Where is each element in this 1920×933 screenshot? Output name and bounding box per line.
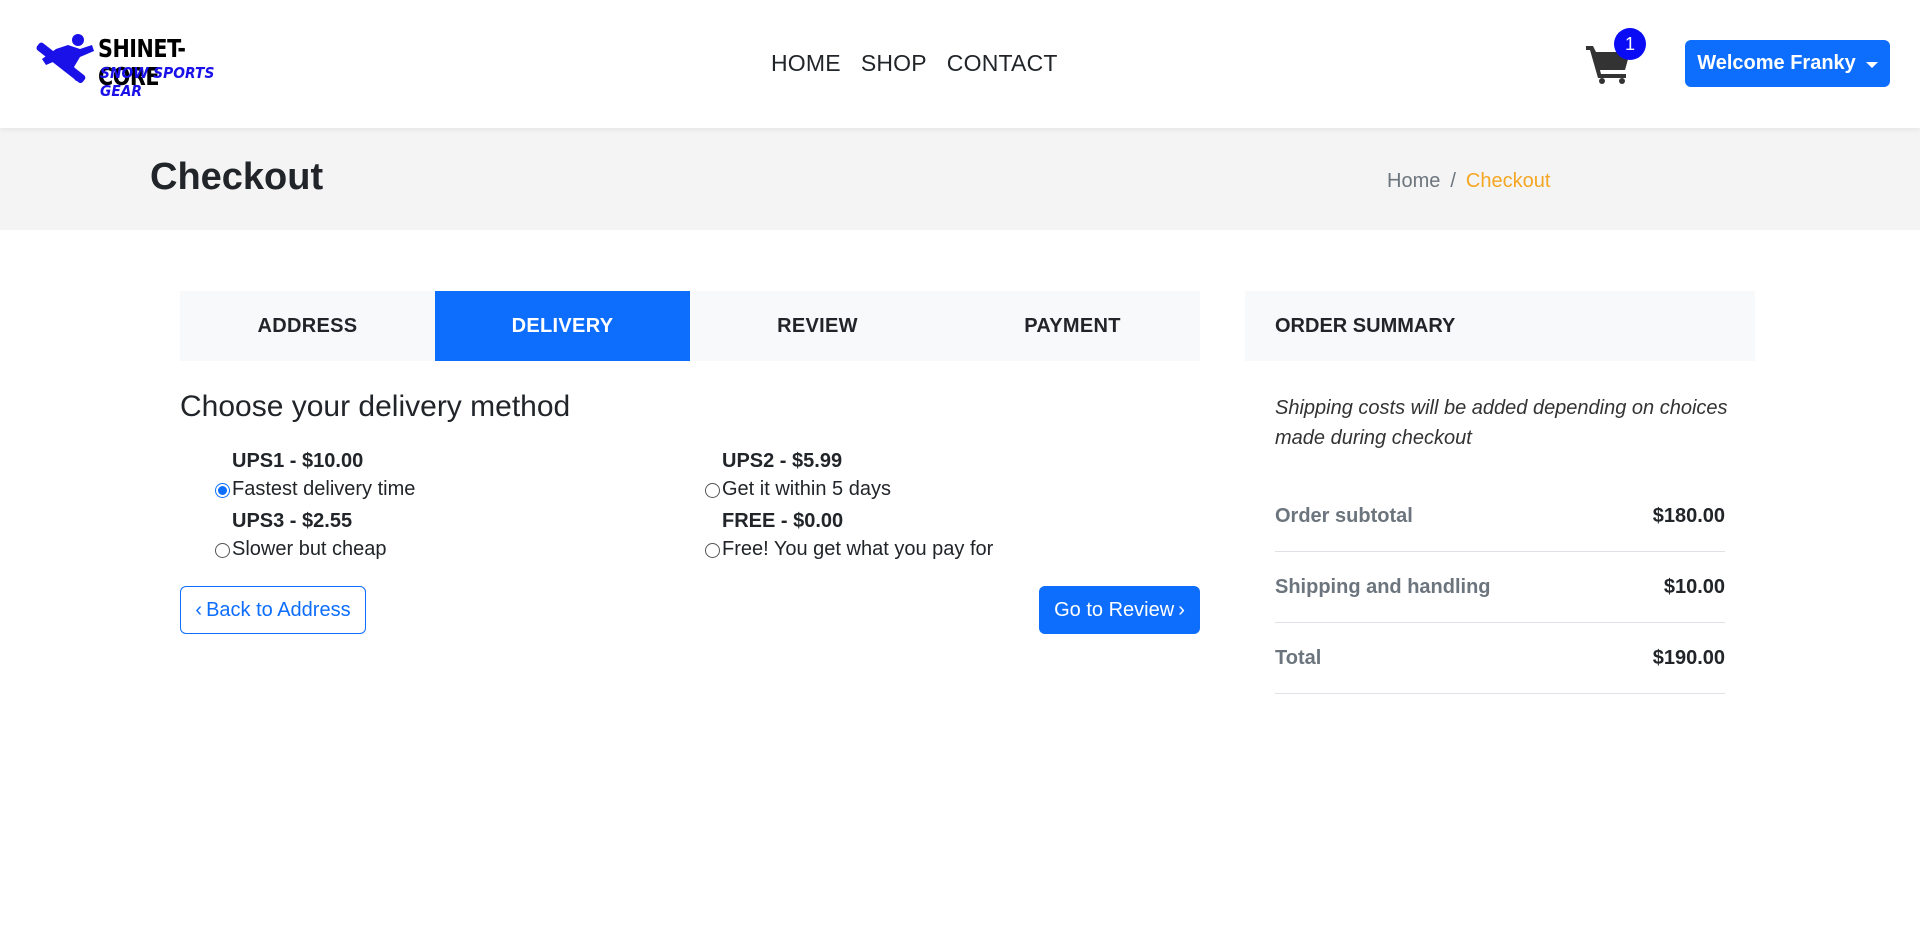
delivery-option-name: FREE - $0.00 bbox=[722, 510, 844, 532]
brand-tagline: SNOW SPORTS GEAR bbox=[100, 64, 215, 100]
breadcrumb: Home / Checkout bbox=[1387, 170, 1550, 193]
cart-count-badge[interactable]: 1 bbox=[1614, 28, 1646, 60]
page-header: Checkout Home / Checkout bbox=[0, 128, 1920, 230]
breadcrumb-current: Checkout bbox=[1465, 170, 1551, 192]
tab-delivery[interactable]: DELIVERY bbox=[435, 291, 690, 361]
tab-payment[interactable]: PAYMENT bbox=[945, 291, 1200, 361]
order-summary-heading: ORDER SUMMARY bbox=[1245, 291, 1755, 361]
summary-row: Order subtotal $180.00 bbox=[1275, 481, 1725, 552]
summary-value: $190.00 bbox=[1652, 646, 1725, 669]
snowboarder-logo-icon bbox=[36, 34, 94, 83]
nav-home-link[interactable]: HOME bbox=[771, 50, 841, 77]
tab-review[interactable]: REVIEW bbox=[690, 291, 945, 361]
page-title: Checkout bbox=[150, 156, 324, 198]
summary-row: Total $190.00 bbox=[1275, 623, 1725, 694]
nav-shop-link[interactable]: SHOP bbox=[861, 50, 927, 77]
summary-value: $180.00 bbox=[1652, 504, 1725, 527]
shipping-note: Shipping costs will be added depending o… bbox=[1275, 397, 1728, 449]
delivery-option-radio[interactable] bbox=[215, 543, 230, 558]
summary-label: Order subtotal bbox=[1275, 504, 1413, 527]
delivery-option-radio[interactable] bbox=[705, 543, 720, 558]
nav-contact-link[interactable]: CONTACT bbox=[947, 50, 1058, 77]
delivery-heading: Choose your delivery method bbox=[180, 390, 571, 423]
checkout-steps: ADDRESS DELIVERY REVIEW PAYMENT bbox=[180, 291, 1200, 361]
delivery-option-name: UPS1 - $10.00 bbox=[232, 450, 364, 472]
navbar: SHINET-CORE SNOW SPORTS GEAR HOME SHOP C… bbox=[0, 0, 1920, 128]
summary-label: Shipping and handling bbox=[1275, 575, 1491, 598]
caret-down-icon bbox=[1865, 61, 1878, 68]
delivery-option-description[interactable]: Get it within 5 days bbox=[722, 478, 891, 501]
back-button-label: Back to Address bbox=[206, 598, 351, 621]
user-welcome-label: Welcome Franky bbox=[1697, 52, 1856, 74]
tab-address[interactable]: ADDRESS bbox=[180, 291, 435, 361]
next-button-label: Go to Review bbox=[1054, 598, 1175, 621]
delivery-option-radio[interactable] bbox=[705, 483, 720, 498]
summary-row: Shipping and handling $10.00 bbox=[1275, 552, 1725, 623]
chevron-right-icon: › bbox=[1178, 598, 1185, 621]
main-nav: HOME SHOP CONTACT bbox=[771, 50, 1058, 77]
delivery-option-name: UPS2 - $5.99 bbox=[722, 450, 843, 472]
delivery-option-description[interactable]: Slower but cheap bbox=[232, 538, 387, 561]
go-to-review-button[interactable]: Go to Review › bbox=[1039, 586, 1200, 634]
delivery-option-description[interactable]: Free! You get what you pay for bbox=[722, 538, 993, 561]
back-to-address-button[interactable]: ‹ Back to Address bbox=[180, 586, 366, 634]
chevron-left-icon: ‹ bbox=[195, 598, 203, 621]
user-menu-button[interactable]: Welcome Franky bbox=[1685, 40, 1890, 87]
breadcrumb-home-link[interactable]: Home bbox=[1387, 170, 1440, 193]
summary-value: $10.00 bbox=[1663, 575, 1725, 598]
brand-logo[interactable]: SHINET-CORE SNOW SPORTS GEAR bbox=[34, 33, 244, 100]
delivery-option-radio[interactable] bbox=[215, 483, 230, 498]
delivery-option-name: UPS3 - $2.55 bbox=[232, 510, 353, 532]
breadcrumb-separator: / bbox=[1450, 170, 1456, 192]
delivery-option-description[interactable]: Fastest delivery time bbox=[232, 478, 415, 501]
summary-label: Total bbox=[1275, 646, 1322, 669]
